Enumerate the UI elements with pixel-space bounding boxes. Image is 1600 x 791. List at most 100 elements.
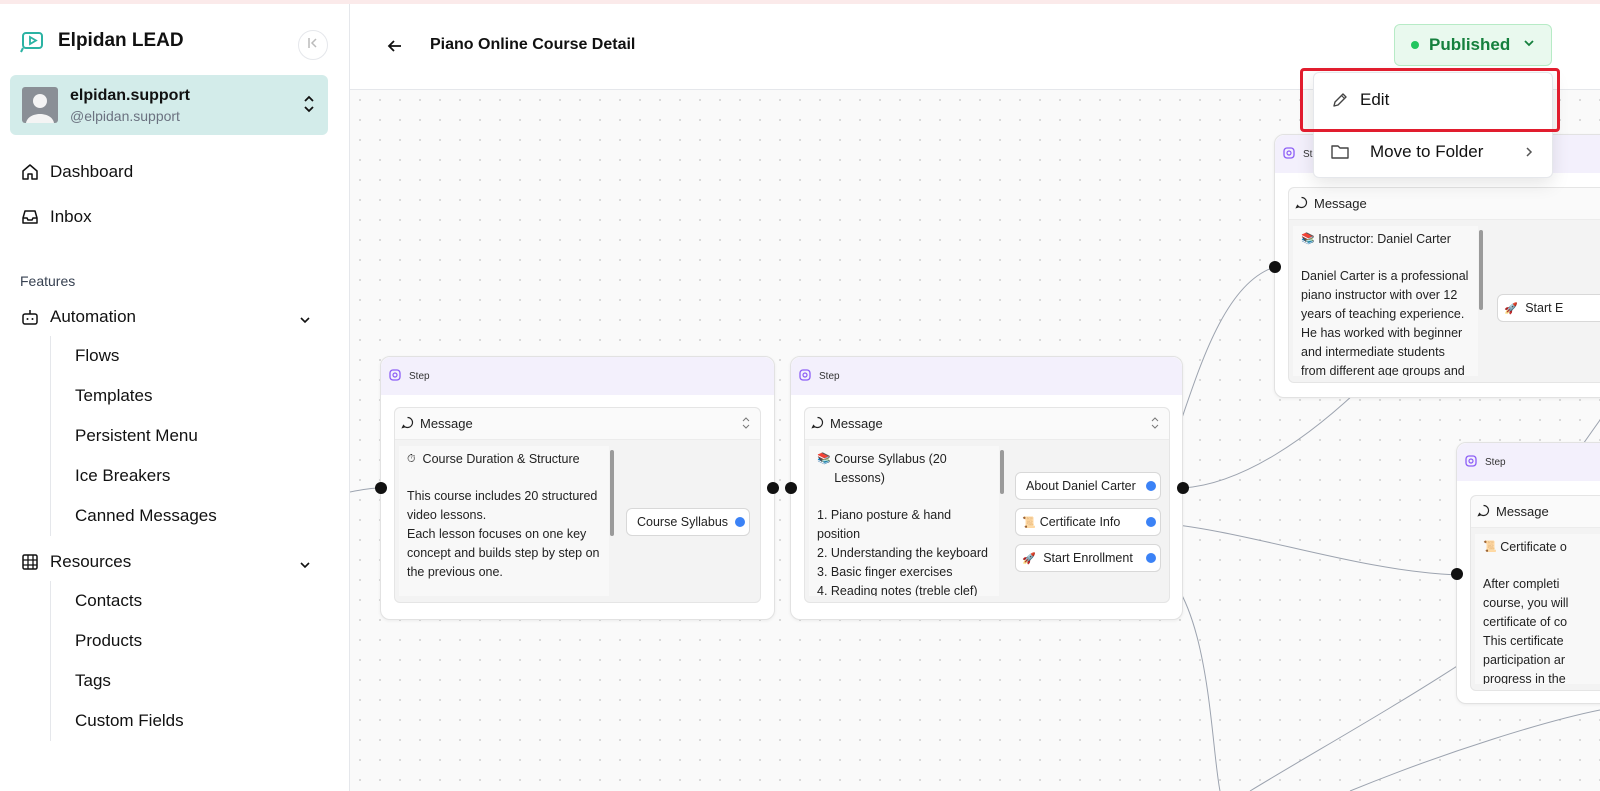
message-label: Message bbox=[420, 416, 473, 431]
sidebar-item-templates[interactable]: Templates bbox=[51, 376, 217, 416]
sidebar-item-tags[interactable]: Tags bbox=[51, 661, 184, 701]
node-input-handle[interactable] bbox=[1269, 261, 1281, 273]
expand-toggle-icon[interactable] bbox=[1151, 417, 1159, 432]
message-body: After completi course, you will certific… bbox=[1483, 577, 1569, 684]
folder-icon bbox=[1330, 142, 1350, 162]
button-output-port[interactable] bbox=[1145, 480, 1157, 492]
chevron-up-down-icon bbox=[302, 94, 316, 119]
start-enrollment-button[interactable]: 🚀 Start Enrollment bbox=[1015, 544, 1161, 572]
node-input-handle[interactable] bbox=[375, 482, 387, 494]
message-body: 1. Piano posture & hand position 2. Unde… bbox=[817, 508, 988, 596]
flow-step-node[interactable]: Step Message 📚 Course Syllabus (20 Lesso… bbox=[790, 356, 1183, 620]
button-output-port[interactable] bbox=[1145, 552, 1157, 564]
collapse-sidebar-button[interactable] bbox=[298, 30, 328, 60]
sidebar-item-custom-fields[interactable]: Custom Fields bbox=[51, 701, 184, 741]
nav-automation[interactable]: Automation bbox=[20, 307, 136, 327]
menu-item-edit[interactable]: Edit bbox=[1314, 77, 1552, 123]
message-scrollbar[interactable] bbox=[610, 450, 616, 596]
message-block[interactable]: Message 📚 Course Syllabus (20 Lessons) 1… bbox=[804, 407, 1170, 603]
sidebar-item-products[interactable]: Products bbox=[51, 621, 184, 661]
rocket-icon: 🚀 bbox=[1504, 302, 1518, 315]
brand-name: Elpidan LEAD bbox=[58, 30, 184, 51]
automation-subnav: Flows Templates Persistent Menu Ice Brea… bbox=[50, 336, 217, 536]
message-bubble-icon bbox=[1477, 504, 1490, 520]
flow-step-node[interactable]: Step Message 📜 Certificate o After compl… bbox=[1456, 442, 1600, 704]
step-icon bbox=[799, 368, 811, 384]
page-title: Piano Online Course Detail bbox=[430, 36, 636, 53]
message-title: Course Syllabus (20 Lessons) bbox=[834, 452, 947, 485]
grid-icon bbox=[20, 552, 40, 572]
about-daniel-carter-button[interactable]: About Daniel Carter bbox=[1015, 472, 1161, 500]
sidebar-item-persistent-menu[interactable]: Persistent Menu bbox=[51, 416, 217, 456]
flow-step-node[interactable]: Step Message ⏱ Course Duration & Structu… bbox=[380, 356, 775, 620]
chevron-right-icon bbox=[1524, 144, 1534, 164]
message-body: This course includes 20 structured video… bbox=[407, 489, 600, 579]
message-scrollbar[interactable] bbox=[1000, 450, 1006, 596]
chevron-down-icon bbox=[1522, 35, 1536, 55]
step-label: Step bbox=[1485, 456, 1506, 468]
resources-subnav: Contacts Products Tags Custom Fields bbox=[50, 581, 184, 741]
sidebar-item-flows[interactable]: Flows bbox=[51, 336, 217, 376]
message-block[interactable]: Message 📜 Certificate o After completi c… bbox=[1470, 495, 1600, 691]
stopwatch-icon: ⏱ bbox=[407, 453, 416, 465]
menu-item-move-to-folder[interactable]: Move to Folder bbox=[1314, 129, 1552, 175]
message-scrollbar[interactable] bbox=[1479, 230, 1485, 376]
account-name: elpidan.support bbox=[70, 86, 190, 104]
rocket-icon: 🚀 bbox=[1022, 552, 1036, 565]
status-dot bbox=[1411, 41, 1419, 49]
step-label: Step bbox=[409, 370, 430, 382]
start-enrollment-button[interactable]: 🚀 Start E bbox=[1497, 294, 1600, 322]
automation-chevron-down-icon[interactable] bbox=[298, 313, 312, 332]
message-bubble-icon bbox=[811, 416, 824, 432]
message-bubble-icon bbox=[401, 416, 414, 432]
message-bubble-icon bbox=[1295, 196, 1308, 212]
back-arrow-icon[interactable] bbox=[386, 37, 404, 60]
status-dropdown-button[interactable]: Published bbox=[1394, 24, 1552, 66]
message-text-area[interactable]: ⏱ Course Duration & Structure This cours… bbox=[399, 446, 609, 596]
scroll-icon: 📜 bbox=[1022, 516, 1036, 529]
brand[interactable]: Elpidan LEAD bbox=[20, 28, 184, 54]
expand-toggle-icon[interactable] bbox=[742, 417, 750, 432]
nav-inbox-label: Inbox bbox=[50, 207, 92, 226]
step-icon bbox=[389, 368, 401, 384]
brand-logo-icon bbox=[20, 28, 46, 54]
course-syllabus-button[interactable]: Course Syllabus bbox=[626, 508, 750, 536]
status-dropdown-menu: Edit Move to Folder bbox=[1313, 72, 1553, 178]
button-output-port[interactable] bbox=[1145, 516, 1157, 528]
node-output-handle[interactable] bbox=[767, 482, 779, 494]
nav-resources[interactable]: Resources bbox=[20, 552, 131, 572]
resources-chevron-down-icon[interactable] bbox=[298, 558, 312, 577]
message-title: Certificate o bbox=[1500, 540, 1567, 554]
account-handle: @elpidan.support bbox=[70, 107, 180, 124]
message-label: Message bbox=[830, 416, 883, 431]
node-output-handle[interactable] bbox=[1177, 482, 1189, 494]
nav-automation-label: Automation bbox=[50, 307, 136, 326]
message-title: Course Duration & Structure bbox=[422, 452, 580, 466]
button-output-port[interactable] bbox=[734, 516, 746, 528]
message-block[interactable]: Message ⏱ Course Duration & Structure Th… bbox=[394, 407, 761, 603]
certificate-info-button[interactable]: 📜 Certificate Info bbox=[1015, 508, 1161, 536]
sidebar-item-canned-messages[interactable]: Canned Messages bbox=[51, 496, 217, 536]
message-label: Message bbox=[1314, 196, 1367, 211]
features-section-label: Features bbox=[20, 273, 76, 289]
nav-inbox[interactable]: Inbox bbox=[20, 207, 92, 227]
step-icon bbox=[1283, 146, 1295, 162]
node-input-handle[interactable] bbox=[1451, 568, 1463, 580]
message-block[interactable]: Message 📚 Instructor: Daniel Carter Dani… bbox=[1288, 187, 1600, 383]
message-body: Daniel Carter is a professional piano in… bbox=[1301, 269, 1469, 376]
message-label: Message bbox=[1496, 504, 1549, 519]
books-icon: 📚 bbox=[817, 453, 831, 465]
nav-dashboard[interactable]: Dashboard bbox=[20, 162, 133, 182]
account-switcher[interactable]: elpidan.support @elpidan.support bbox=[10, 75, 328, 135]
message-text-area[interactable]: 📚 Course Syllabus (20 Lessons) 1. Piano … bbox=[809, 446, 999, 596]
nav-dashboard-label: Dashboard bbox=[50, 162, 134, 181]
step-label: Step bbox=[819, 370, 840, 382]
message-text-area[interactable]: 📜 Certificate o After completi course, y… bbox=[1475, 534, 1600, 684]
sidebar-item-ice-breakers[interactable]: Ice Breakers bbox=[51, 456, 217, 496]
flow-canvas[interactable]: Step Message ⏱ Course Duration & Structu… bbox=[350, 90, 1600, 791]
node-input-handle[interactable] bbox=[785, 482, 797, 494]
message-title: Instructor: Daniel Carter bbox=[1318, 232, 1451, 246]
sidebar-item-contacts[interactable]: Contacts bbox=[51, 581, 184, 621]
message-text-area[interactable]: 📚 Instructor: Daniel Carter Daniel Carte… bbox=[1293, 226, 1478, 376]
bot-icon bbox=[20, 307, 40, 327]
